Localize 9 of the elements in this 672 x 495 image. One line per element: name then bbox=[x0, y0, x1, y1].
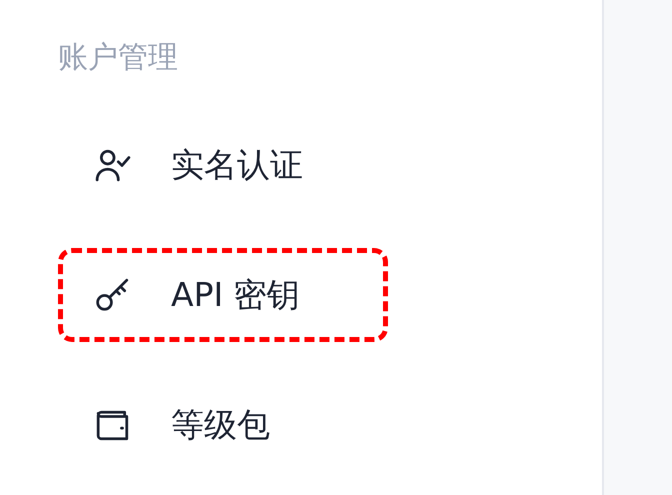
user-check-icon bbox=[95, 147, 131, 183]
menu-label: 实名认证 bbox=[171, 144, 303, 186]
section-title: 账户管理 bbox=[58, 39, 178, 77]
menu-item[interactable]: 等级包 bbox=[58, 378, 388, 472]
menu-label: 等级包 bbox=[171, 404, 270, 446]
key-icon bbox=[95, 277, 131, 313]
menu-item[interactable]: 实名认证 bbox=[58, 118, 388, 212]
menu-item[interactable]: API 密钥 bbox=[58, 248, 388, 342]
menu-label: API 密钥 bbox=[171, 274, 300, 316]
